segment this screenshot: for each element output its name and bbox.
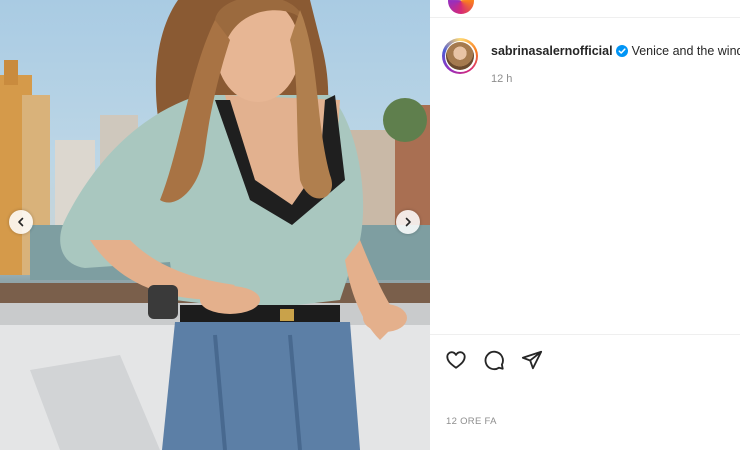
avatar-inner	[444, 40, 476, 72]
post-date[interactable]: 12 ORE FA	[446, 416, 497, 427]
header-avatar[interactable]	[448, 0, 474, 14]
author-avatar[interactable]	[442, 38, 478, 74]
caption-row: sabrinasalernofficial Venice and the wind	[442, 38, 740, 74]
chevron-left-icon	[18, 217, 24, 227]
username-link[interactable]: sabrinasalernofficial	[491, 44, 613, 58]
share-button[interactable]	[520, 348, 544, 372]
chevron-right-icon	[405, 217, 411, 227]
action-bar	[444, 348, 544, 372]
comment-button[interactable]	[482, 348, 506, 372]
post-photo	[0, 0, 430, 450]
verified-badge-icon	[615, 45, 628, 57]
post-media	[0, 0, 430, 450]
actions-divider	[430, 334, 740, 335]
prev-photo-button[interactable]	[9, 210, 33, 234]
comment-bubble-icon	[484, 350, 504, 371]
next-photo-button[interactable]	[396, 210, 420, 234]
comment-timestamp[interactable]: 12 h	[491, 73, 512, 85]
like-button[interactable]	[444, 348, 468, 372]
caption-body: Venice and the wind	[631, 44, 740, 58]
paper-plane-icon	[521, 350, 543, 370]
caption-text: sabrinasalernofficial Venice and the wind	[491, 44, 740, 58]
avatar-image	[446, 42, 474, 70]
heart-icon	[446, 351, 466, 369]
post-details-panel: sabrinasalernofficial Venice and the wind…	[430, 0, 740, 450]
header-divider	[430, 17, 740, 18]
